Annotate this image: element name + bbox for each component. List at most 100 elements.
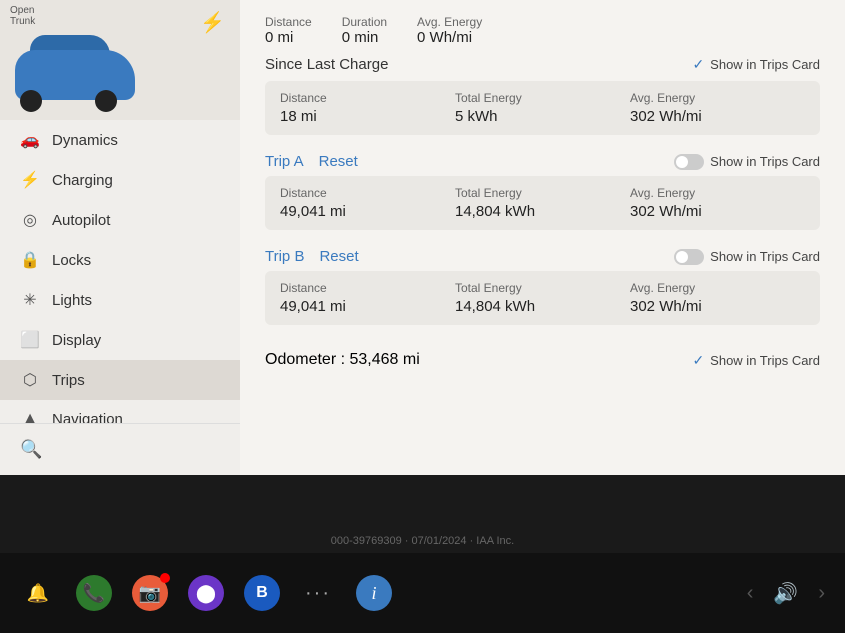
trip-b-total-energy-value: 14,804 kWh [455, 298, 630, 315]
locks-icon: 🔒 [20, 250, 40, 270]
odometer-value: 53,468 mi [349, 351, 419, 368]
checkmark-icon: ✓ [692, 56, 704, 73]
autopilot-icon: ◎ [20, 210, 40, 230]
sidebar-bottom: 🔍 [0, 423, 240, 475]
trip-b-show-trips[interactable]: Show in Trips Card [674, 249, 820, 265]
trip-a-distance-label: Distance [280, 186, 455, 200]
since-last-charge-show-trips[interactable]: ✓ Show in Trips Card [692, 56, 820, 73]
trip-b-distance-value: 49,041 mi [280, 298, 455, 315]
navigation-icon: ▲ [20, 410, 40, 423]
trip-a-section: Trip A Reset Show in Trips Card Distance… [265, 153, 820, 230]
next-button[interactable]: › [818, 582, 825, 605]
car-wheel-rear [95, 90, 117, 112]
camera-button[interactable]: 📷 [132, 575, 168, 611]
trip-a-distance-value: 49,041 mi [280, 203, 455, 220]
trip-b-avg-energy: Avg. Energy 302 Wh/mi [630, 281, 805, 315]
phone-button[interactable]: 📞 [76, 575, 112, 611]
trip-a-avg-energy-label: Avg. Energy [630, 186, 805, 200]
distance-label: Distance [265, 15, 312, 29]
trip-b-header: Trip B Reset Show in Trips Card [265, 248, 820, 265]
since-last-total-energy: Total Energy 5 kWh [455, 91, 630, 125]
since-last-avg-energy: Avg. Energy 302 Wh/mi [630, 91, 805, 125]
trip-a-stats: Distance 49,041 mi Total Energy 14,804 k… [265, 176, 820, 230]
trip-b-link[interactable]: Trip B [265, 248, 304, 265]
duration-label: Duration [342, 15, 387, 29]
sidebar-item-autopilot[interactable]: ◎ Autopilot [0, 200, 240, 240]
sidebar-item-lights-label: Lights [52, 292, 92, 309]
more-options-button[interactable]: ··· [300, 575, 336, 611]
trip-a-total-energy-value: 14,804 kWh [455, 203, 630, 220]
duration-value: 0 min [342, 29, 387, 46]
lights-icon: ✳ [20, 290, 40, 310]
car-wheel-front [20, 90, 42, 112]
since-last-avg-energy-value: 302 Wh/mi [630, 108, 805, 125]
sidebar-item-lights[interactable]: ✳ Lights [0, 280, 240, 320]
avg-energy-label: Avg. Energy [417, 15, 482, 29]
top-stats-row: Distance 0 mi Duration 0 min Avg. Energy… [265, 15, 820, 46]
bluetooth-button[interactable]: B [244, 575, 280, 611]
status-bar: 000-39769309 · 07/01/2024 · IAA Inc. [0, 528, 845, 553]
sidebar-item-display[interactable]: ⬜ Display [0, 320, 240, 360]
info-button[interactable]: i [356, 575, 392, 611]
trip-a-link[interactable]: Trip A [265, 153, 304, 170]
alarm-icon-button[interactable]: 🔔 [20, 575, 56, 611]
dynamics-icon: 🚗 [20, 130, 40, 150]
trip-b-avg-energy-value: 302 Wh/mi [630, 298, 805, 315]
camera-notification-dot [160, 573, 170, 583]
trip-b-avg-energy-label: Avg. Energy [630, 281, 805, 295]
charging-icon: ⚡ [20, 170, 40, 190]
sidebar-item-dynamics[interactable]: 🚗 Dynamics [0, 120, 240, 160]
odometer-show-trips[interactable]: ✓ Show in Trips Card [692, 352, 820, 369]
trip-b-section: Trip B Reset Show in Trips Card Distance… [265, 248, 820, 325]
sidebar-item-locks-label: Locks [52, 252, 91, 269]
car-area: Open Trunk ⚡ [0, 0, 240, 120]
display-icon: ⬜ [20, 330, 40, 350]
trip-b-toggle[interactable] [674, 249, 704, 265]
sidebar: Open Trunk ⚡ 🚗 Dynamics ⚡ Charging ◎ Aut… [0, 0, 240, 475]
search-icon[interactable]: 🔍 [20, 439, 42, 459]
sidebar-item-trips-label: Trips [52, 372, 85, 389]
trip-a-avg-energy: Avg. Energy 302 Wh/mi [630, 186, 805, 220]
sidebar-item-autopilot-label: Autopilot [52, 212, 110, 229]
sidebar-item-display-label: Display [52, 332, 101, 349]
top-stat-duration: Duration 0 min [342, 15, 387, 46]
trip-a-header: Trip A Reset Show in Trips Card [265, 153, 820, 170]
trip-a-toggle-knob [676, 156, 688, 168]
trip-a-total-energy: Total Energy 14,804 kWh [455, 186, 630, 220]
trip-b-toggle-knob [676, 251, 688, 263]
trip-b-reset[interactable]: Reset [319, 248, 358, 265]
lightning-icon: ⚡ [200, 10, 225, 35]
sidebar-item-charging-label: Charging [52, 172, 113, 189]
trip-a-reset[interactable]: Reset [319, 153, 358, 170]
avg-energy-value: 0 Wh/mi [417, 29, 482, 46]
trip-a-show-trips-label: Show in Trips Card [710, 154, 820, 169]
taskbar: 🔔 📞 📷 ⬤ B ··· i ‹ 🔊 › [0, 553, 845, 633]
trip-b-stats: Distance 49,041 mi Total Energy 14,804 k… [265, 271, 820, 325]
prev-button[interactable]: ‹ [747, 582, 754, 605]
since-last-charge-show-trips-label: Show in Trips Card [710, 57, 820, 72]
sidebar-item-dynamics-label: Dynamics [52, 132, 118, 149]
trip-a-toggle[interactable] [674, 154, 704, 170]
trip-b-distance-label: Distance [280, 281, 455, 295]
since-last-distance: Distance 18 mi [280, 91, 455, 125]
taskbar-right: ‹ 🔊 › [747, 581, 825, 606]
since-last-avg-energy-label: Avg. Energy [630, 91, 805, 105]
sidebar-item-trips[interactable]: ⬡ Trips [0, 360, 240, 400]
sidebar-menu: 🚗 Dynamics ⚡ Charging ◎ Autopilot 🔒 Lock… [0, 120, 240, 423]
sidebar-item-locks[interactable]: 🔒 Locks [0, 240, 240, 280]
sidebar-item-navigation-label: Navigation [52, 411, 123, 424]
volume-button[interactable]: 🔊 [773, 581, 798, 606]
media-button[interactable]: ⬤ [188, 575, 224, 611]
odometer-text: Odometer : 53,468 mi [265, 351, 420, 369]
bottom-bar-text: 000-39769309 · 07/01/2024 · IAA Inc. [331, 535, 514, 547]
odometer-checkmark-icon: ✓ [692, 352, 704, 369]
sidebar-item-charging[interactable]: ⚡ Charging [0, 160, 240, 200]
odometer-row: Odometer : 53,468 mi ✓ Show in Trips Car… [265, 343, 820, 377]
sidebar-item-navigation[interactable]: ▲ Navigation [0, 400, 240, 423]
trip-a-show-trips[interactable]: Show in Trips Card [674, 154, 820, 170]
trips-icon: ⬡ [20, 370, 40, 390]
main-content: Distance 0 mi Duration 0 min Avg. Energy… [240, 0, 845, 475]
since-last-charge-stats: Distance 18 mi Total Energy 5 kWh Avg. E… [265, 81, 820, 135]
trip-b-show-trips-label: Show in Trips Card [710, 249, 820, 264]
since-last-charge-section: Since Last Charge ✓ Show in Trips Card D… [265, 56, 820, 135]
